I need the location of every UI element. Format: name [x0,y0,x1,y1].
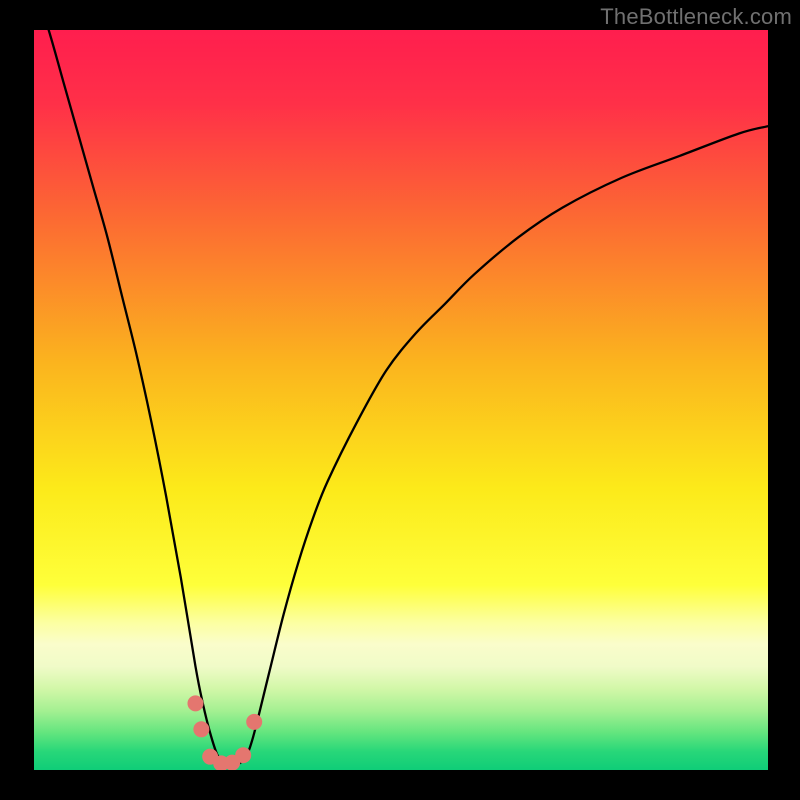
watermark-text: TheBottleneck.com [600,4,792,30]
marker-point [193,721,209,737]
marker-point [235,747,251,763]
chart-frame: TheBottleneck.com [0,0,800,800]
chart-plot-area [34,30,768,770]
chart-svg [34,30,768,770]
marker-point [187,695,203,711]
marker-point [246,714,262,730]
chart-background [34,30,768,770]
